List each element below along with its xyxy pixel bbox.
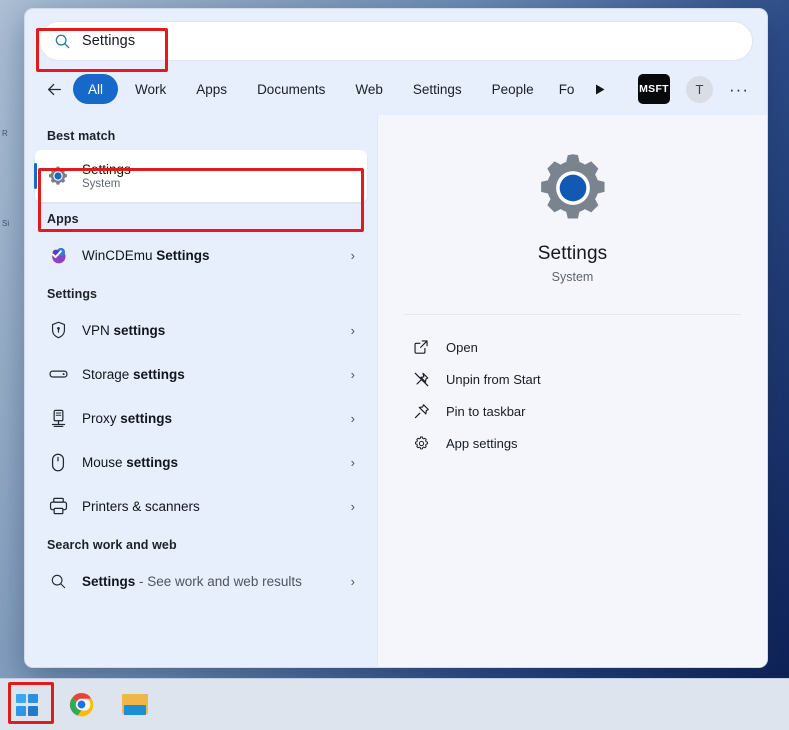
- wincdemu-icon: [47, 245, 69, 265]
- desktop-icon-label: Si: [2, 220, 10, 228]
- tab-work[interactable]: Work: [122, 74, 179, 104]
- chrome-icon: [69, 692, 94, 717]
- preview-pane: Settings System Open Unpin from Start Pi…: [377, 115, 767, 667]
- chevron-right-icon: ›: [350, 322, 355, 338]
- flyout-body: Best match Settings System Apps WinCDEmu…: [25, 115, 767, 667]
- play-arrow-icon[interactable]: [587, 76, 613, 102]
- section-heading-best-match: Best match: [47, 129, 116, 143]
- result-text: WinCDEmu Settings: [82, 248, 338, 263]
- tab-all[interactable]: All: [73, 74, 119, 104]
- result-item-wincdemu-settings[interactable]: WinCDEmu Settings ›: [35, 233, 367, 277]
- pin-icon: [412, 403, 430, 420]
- preview-title: Settings: [537, 243, 608, 264]
- taskbar: [0, 678, 789, 730]
- search-input-value: Settings: [82, 33, 136, 49]
- unpin-icon: [412, 371, 430, 388]
- result-title: Printers & scanners: [82, 498, 200, 514]
- filter-tabs-bar: All Work Apps Documents Web Settings Peo…: [25, 67, 767, 115]
- chevron-right-icon: ›: [350, 573, 355, 589]
- result-item-proxy-settings[interactable]: Proxy settings ›: [35, 396, 367, 440]
- desktop-icon-label: R: [2, 130, 8, 138]
- action-label: App settings: [446, 435, 518, 451]
- action-open[interactable]: Open: [404, 331, 741, 363]
- settings-gear-icon: [47, 165, 69, 187]
- section-heading-search-work-and-web: Search work and web: [47, 538, 177, 552]
- result-item-storage-settings[interactable]: Storage settings ›: [35, 352, 367, 396]
- result-item-mouse-settings[interactable]: Mouse settings ›: [35, 440, 367, 484]
- tab-settings[interactable]: Settings: [400, 74, 475, 104]
- open-external-icon: [412, 339, 430, 355]
- result-text: Settings - See work and web results: [82, 574, 338, 589]
- tab-web[interactable]: Web: [342, 74, 396, 104]
- folder-icon: [122, 694, 148, 715]
- search-input[interactable]: Settings: [39, 21, 753, 61]
- tab-apps[interactable]: Apps: [183, 74, 240, 104]
- result-item-vpn-settings[interactable]: VPN settings ›: [35, 308, 367, 352]
- proxy-server-icon: [47, 409, 69, 428]
- result-text: Storage settings: [82, 367, 338, 382]
- section-heading-settings: Settings: [47, 287, 98, 301]
- section-heading-apps: Apps: [47, 212, 79, 226]
- result-title: Mouse settings: [82, 454, 179, 470]
- action-label: Open: [446, 339, 478, 355]
- search-box-container: Settings: [25, 9, 767, 67]
- settings-gear-large-icon: [404, 149, 741, 227]
- file-explorer-button[interactable]: [118, 688, 152, 722]
- result-title: Proxy settings: [82, 410, 173, 426]
- result-title: Settings - See work and web results: [82, 573, 302, 589]
- back-arrow-icon[interactable]: [39, 74, 69, 104]
- shield-icon: [47, 321, 69, 339]
- org-badge[interactable]: MSFT: [638, 74, 670, 104]
- windows-logo-icon: [16, 693, 38, 716]
- tab-people[interactable]: People: [479, 74, 547, 104]
- start-search-flyout: Settings All Work Apps Documents Web Set…: [24, 8, 768, 668]
- avatar[interactable]: T: [686, 75, 713, 103]
- storage-drive-icon: [47, 367, 69, 381]
- more-options-icon[interactable]: ···: [725, 75, 753, 103]
- action-label: Pin to taskbar: [446, 403, 526, 419]
- chevron-right-icon: ›: [350, 498, 355, 514]
- result-text: Settings System: [82, 162, 357, 190]
- start-button[interactable]: [10, 688, 44, 722]
- desktop-icon-labels: R Si: [2, 130, 24, 310]
- tab-folders[interactable]: Fo: [551, 74, 581, 104]
- tab-documents[interactable]: Documents: [244, 74, 338, 104]
- search-icon: [54, 33, 71, 50]
- result-text: Proxy settings: [82, 411, 338, 426]
- action-label: Unpin from Start: [446, 371, 541, 387]
- results-list: Best match Settings System Apps WinCDEmu…: [25, 115, 377, 667]
- chrome-button[interactable]: [64, 688, 98, 722]
- chevron-right-icon: ›: [350, 410, 355, 426]
- result-title: WinCDEmu Settings: [82, 247, 210, 263]
- result-text: Mouse settings: [82, 455, 338, 470]
- result-text: Printers & scanners: [82, 499, 338, 514]
- search-icon: [47, 573, 69, 590]
- gear-icon: [412, 435, 430, 452]
- chevron-right-icon: ›: [350, 454, 355, 470]
- result-text: VPN settings: [82, 323, 338, 338]
- mouse-icon: [47, 453, 69, 472]
- action-unpin-from-start[interactable]: Unpin from Start: [404, 363, 741, 395]
- printer-icon: [47, 497, 69, 515]
- result-item-web-search-settings[interactable]: Settings - See work and web results ›: [35, 559, 367, 603]
- divider: [404, 314, 741, 315]
- action-pin-to-taskbar[interactable]: Pin to taskbar: [404, 395, 741, 427]
- result-subtitle: System: [82, 178, 121, 190]
- chevron-right-icon: ›: [350, 366, 355, 382]
- preview-subtitle: System: [551, 270, 594, 284]
- result-title: Storage settings: [82, 366, 185, 382]
- chevron-right-icon: ›: [350, 247, 355, 263]
- result-title: Settings: [82, 162, 131, 177]
- result-item-printers-scanners[interactable]: Printers & scanners ›: [35, 484, 367, 528]
- action-app-settings[interactable]: App settings: [404, 427, 741, 459]
- result-title: VPN settings: [82, 322, 166, 338]
- result-item-settings-best-match[interactable]: Settings System: [34, 150, 367, 202]
